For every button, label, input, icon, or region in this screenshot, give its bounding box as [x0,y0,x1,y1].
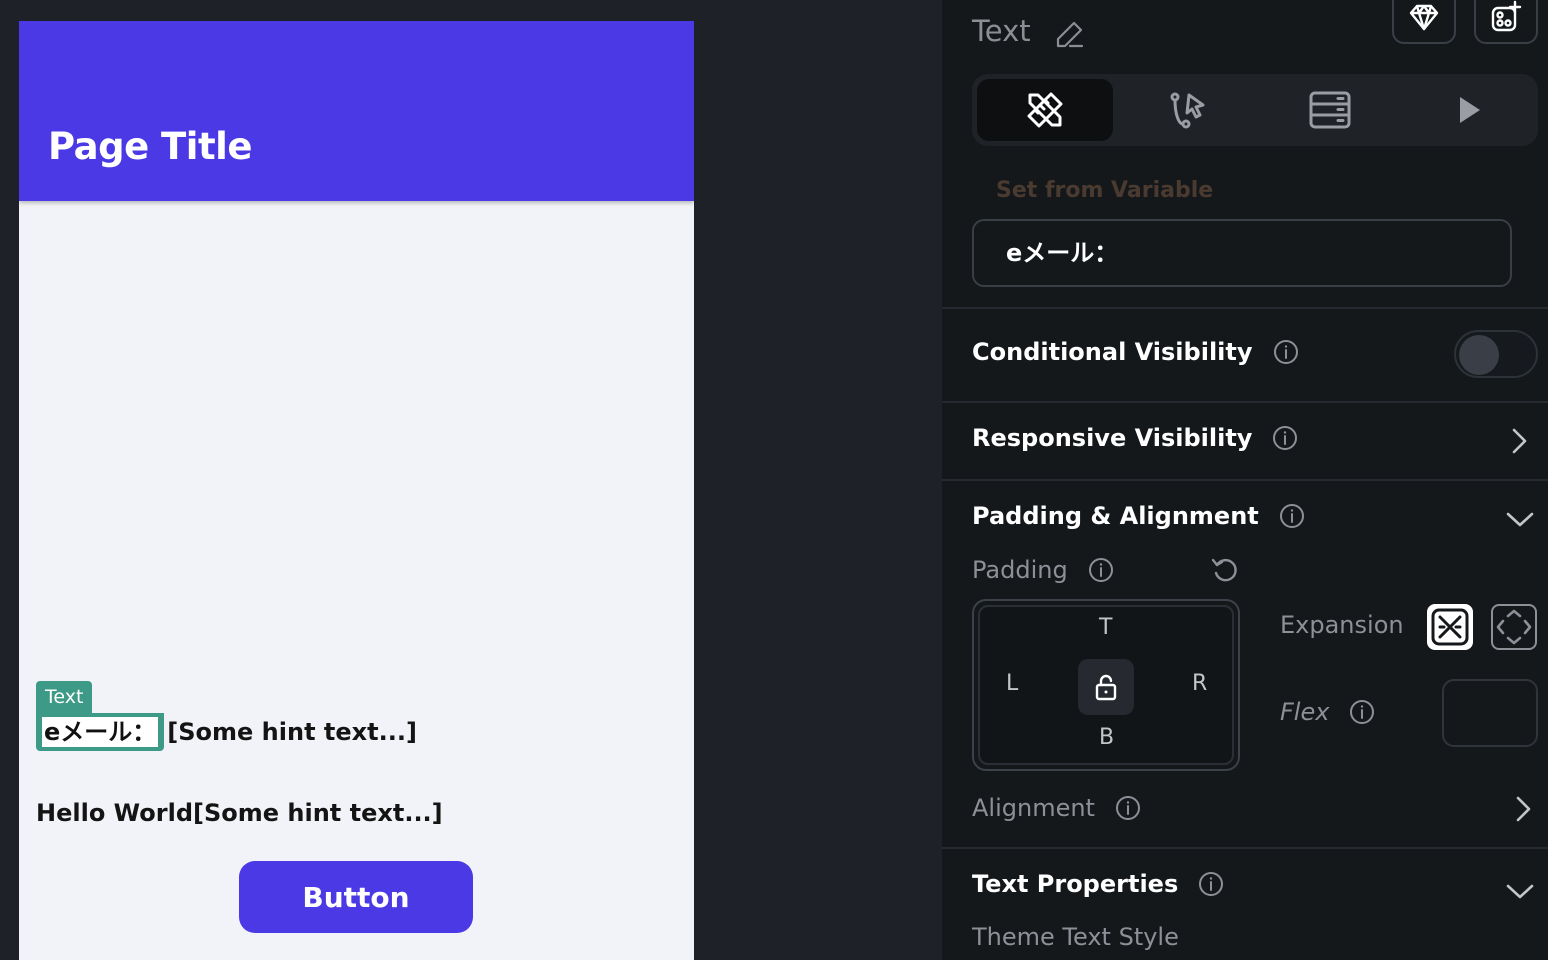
primary-button[interactable]: Button [239,861,473,933]
alignment-label: Alignment [972,794,1095,822]
hint-text[interactable]: [Some hint text...] [167,718,417,746]
tab-preview[interactable] [1400,79,1536,141]
padding-right[interactable]: R [1192,671,1207,696]
database-server-icon [1309,91,1351,129]
divider [942,401,1548,403]
info-icon[interactable] [1272,425,1298,451]
responsive-visibility-label: Responsive Visibility [972,424,1253,452]
diamond-button[interactable] [1392,0,1456,44]
edit-pencil-icon[interactable] [1054,18,1086,50]
divider [942,479,1548,481]
chevron-right-icon[interactable] [1504,426,1534,456]
text-properties-row[interactable]: Text Properties [972,870,1224,898]
chevron-down-icon[interactable] [1505,876,1535,906]
text-row-selected[interactable]: eメール： [Some hint text...] [36,713,417,751]
theme-text-style-label: Theme Text Style [972,923,1179,951]
diamond-icon [1409,4,1439,31]
info-icon[interactable] [1115,795,1141,821]
reset-icon[interactable] [1210,555,1240,585]
properties-panel: Text Set from Variable eメール： Conditional… [942,0,1548,960]
conditional-visibility-row: Conditional Visibility [972,338,1299,366]
conditional-visibility-label: Conditional Visibility [972,338,1253,366]
divider [942,307,1548,309]
text-value-field[interactable]: eメール： [972,219,1512,287]
selected-text: eメール： [42,717,159,747]
panel-title: Text [972,14,1031,48]
flex-input[interactable] [1442,679,1538,747]
lock-icon [1095,674,1117,701]
info-icon[interactable] [1198,871,1224,897]
conditional-visibility-toggle[interactable] [1454,330,1538,378]
chevron-right-icon[interactable] [1508,794,1538,824]
padding-label: Padding [972,556,1068,584]
info-icon[interactable] [1088,557,1114,583]
padding-editor-inner: T L R B [978,605,1234,765]
play-icon [1460,97,1480,123]
text-properties-label: Text Properties [972,870,1179,898]
padding-alignment-label: Padding & Alignment [972,502,1259,530]
actions-cursor-icon [1170,92,1205,129]
ruler-pencil-icon [1027,92,1063,128]
divider [942,847,1548,849]
page-title[interactable]: Page Title [48,125,252,168]
responsive-visibility-row[interactable]: Responsive Visibility [972,424,1298,452]
flex-label: Flex [1280,698,1330,726]
padding-lock-button[interactable] [1078,659,1134,715]
padding-bottom[interactable]: B [1099,725,1114,750]
toggle-knob [1459,335,1499,375]
padding-row: Padding [972,555,1240,585]
selection-tag: Text [36,681,93,713]
padding-editor[interactable]: T L R B [972,599,1240,771]
tab-backend-query[interactable] [1262,79,1398,141]
padding-left[interactable]: L [1006,671,1018,696]
panel-tabs [972,74,1538,146]
expansion-expand-button[interactable] [1491,604,1537,650]
padding-alignment-row[interactable]: Padding & Alignment [972,502,1305,530]
add-widget-icon [1491,0,1522,32]
expansion-shrink-button[interactable] [1427,604,1473,650]
shrink-icon [1431,608,1469,646]
text-row-hello[interactable]: Hello World[Some hint text...] [36,799,443,827]
expansion-label: Expansion [1280,611,1404,639]
phone-preview: Page Title Text eメール： [Some hint text...… [19,21,694,960]
flex-row: Flex [1280,698,1375,726]
tab-properties[interactable] [977,79,1113,141]
chevron-down-icon[interactable] [1505,504,1535,534]
info-icon[interactable] [1349,699,1375,725]
set-from-variable-label[interactable]: Set from Variable [996,178,1213,203]
info-icon[interactable] [1279,503,1305,529]
add-widget-button[interactable] [1474,0,1538,44]
selected-text-widget[interactable]: eメール： [36,713,165,751]
padding-top[interactable]: T [1099,615,1112,640]
info-icon[interactable] [1273,339,1299,365]
alignment-row[interactable]: Alignment [972,794,1141,822]
expand-icon [1496,609,1532,645]
app-bar[interactable]: Page Title [19,21,694,201]
tab-actions[interactable] [1120,79,1256,141]
